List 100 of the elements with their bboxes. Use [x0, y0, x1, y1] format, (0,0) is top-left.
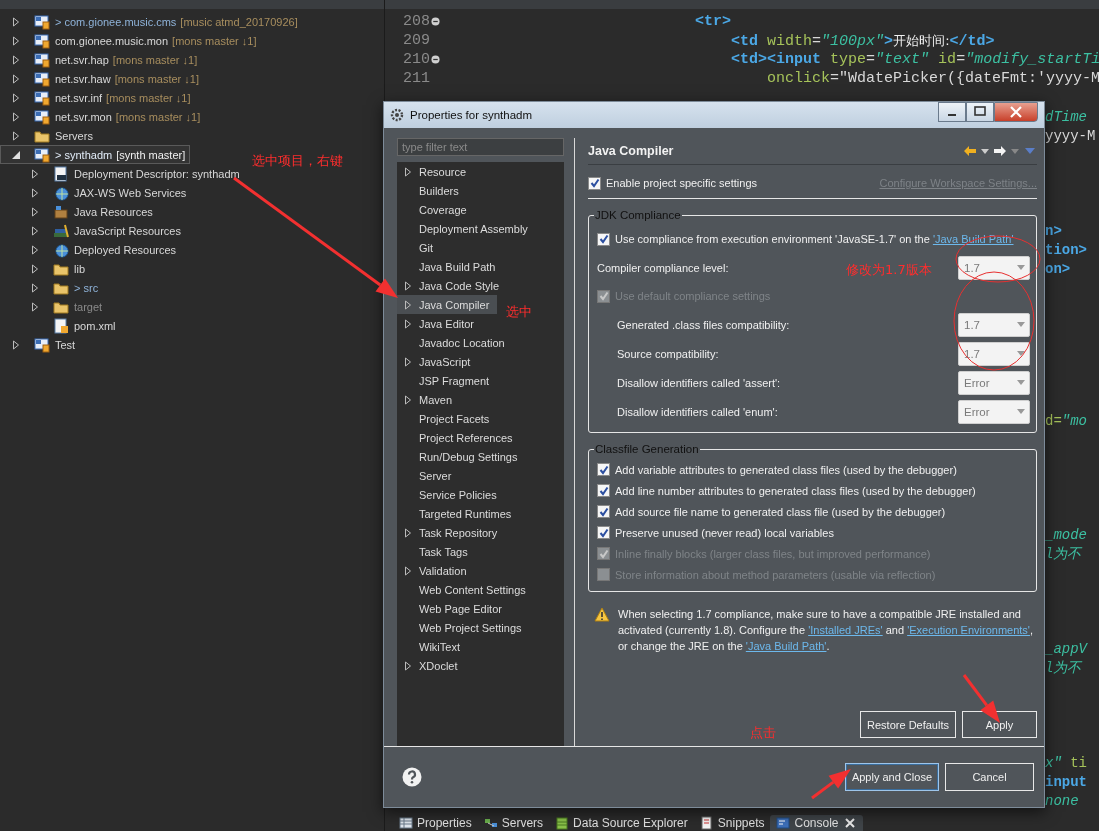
tree-item[interactable]: Test — [0, 335, 81, 354]
maximize-button[interactable] — [966, 102, 994, 122]
page-item[interactable]: Java Build Path — [397, 257, 504, 276]
checkbox[interactable] — [597, 463, 610, 476]
tree-item[interactable]: Java Resources — [19, 202, 158, 221]
expand-arrow-icon[interactable] — [30, 263, 40, 274]
page-item[interactable]: Web Project Settings — [397, 618, 530, 637]
page-item[interactable]: Server — [397, 466, 460, 485]
fold-icon[interactable] — [431, 55, 440, 64]
view-tab[interactable]: Data Source Explorer — [549, 815, 694, 831]
tree-item[interactable]: JAX-WS Web Services — [19, 183, 192, 202]
page-item[interactable]: Validation — [397, 561, 475, 580]
view-tab[interactable]: Console — [770, 815, 863, 831]
tree-item[interactable]: lib — [19, 259, 90, 278]
page-button[interactable]: Apply — [962, 711, 1037, 738]
filter-field[interactable]: type filter text — [397, 138, 564, 156]
page-item[interactable]: Service Policies — [397, 485, 505, 504]
caret-icon[interactable] — [981, 147, 989, 155]
expand-arrow-icon[interactable] — [403, 166, 413, 177]
tree-item[interactable]: target — [19, 297, 108, 316]
expand-arrow-icon[interactable] — [403, 280, 413, 291]
expand-arrow-icon[interactable] — [11, 130, 21, 141]
tree-item[interactable]: net.svr.haw [mons master ↓1] — [0, 69, 204, 88]
expand-arrow-icon[interactable] — [30, 282, 40, 293]
view-tab[interactable]: Snippets — [693, 815, 771, 831]
close-icon[interactable] — [842, 816, 857, 830]
expand-arrow-icon[interactable] — [30, 168, 40, 179]
tree-item[interactable]: > src — [19, 278, 104, 297]
expand-arrow-icon[interactable] — [403, 299, 413, 310]
expand-arrow-icon[interactable] — [11, 111, 21, 122]
expand-arrow-icon[interactable] — [30, 225, 40, 236]
view-tab[interactable]: Servers — [477, 815, 550, 831]
checkbox[interactable] — [597, 505, 610, 518]
settings-link[interactable]: 'Execution Environments' — [907, 624, 1030, 636]
page-button[interactable]: Restore Defaults — [860, 711, 956, 738]
tree-item[interactable]: Deployed Resources — [19, 240, 182, 259]
page-item[interactable]: Project References — [397, 428, 521, 447]
close-button[interactable] — [994, 102, 1038, 122]
page-item[interactable]: XDoclet — [397, 656, 466, 675]
page-item[interactable]: Coverage — [397, 200, 475, 219]
page-item[interactable]: Javadoc Location — [397, 333, 513, 352]
tree-item[interactable]: Servers — [0, 126, 98, 145]
expand-arrow-icon[interactable] — [11, 73, 21, 84]
page-item[interactable]: Java Code Style — [397, 276, 508, 295]
tree-item[interactable]: net.svr.mon [mons master ↓1] — [0, 107, 206, 126]
tree-item[interactable]: JavaScript Resources — [19, 221, 186, 240]
page-item[interactable]: Java Editor — [397, 314, 483, 333]
expand-arrow-icon[interactable] — [30, 301, 40, 312]
tree-item[interactable]: > com.gionee.music.cms [music atmd_20170926] — [0, 12, 303, 31]
help-icon[interactable] — [402, 767, 422, 787]
tree-item[interactable]: Deployment Descriptor: synthadm — [19, 164, 245, 183]
tree-item[interactable]: net.svr.hap [mons master ↓1] — [0, 50, 203, 69]
dialog-button[interactable]: Apply and Close — [844, 763, 939, 791]
page-item[interactable]: JSP Fragment — [397, 371, 498, 390]
checkbox[interactable] — [588, 176, 601, 190]
expand-arrow-icon[interactable] — [403, 394, 413, 405]
fold-icon[interactable] — [431, 17, 440, 26]
dialog-button[interactable]: Cancel — [945, 763, 1034, 791]
settings-link[interactable]: 'Java Build Path' — [745, 640, 827, 652]
expand-arrow-icon[interactable] — [11, 54, 21, 65]
tree-item[interactable]: pom.xml — [19, 316, 121, 335]
expand-arrow-icon[interactable] — [11, 35, 21, 46]
tree-item[interactable]: com.gionee.music.mon [mons master ↓1] — [0, 31, 262, 50]
expand-arrow-icon[interactable] — [11, 16, 21, 27]
checkbox[interactable] — [597, 232, 610, 246]
checkbox[interactable] — [597, 526, 610, 539]
page-item[interactable]: JavaScript — [397, 352, 479, 371]
expand-arrow-icon[interactable] — [30, 187, 40, 198]
checkbox[interactable] — [597, 484, 610, 497]
page-item[interactable]: Web Content Settings — [397, 580, 534, 599]
minimize-button[interactable] — [938, 102, 966, 122]
view-tab[interactable]: Properties — [393, 815, 478, 831]
back-arrow-icon[interactable] — [963, 144, 977, 158]
page-item[interactable]: Project Facets — [397, 409, 498, 428]
expand-arrow-icon[interactable] — [30, 206, 40, 217]
page-item[interactable]: Deployment Assembly — [397, 219, 536, 238]
expand-arrow-icon[interactable] — [403, 318, 413, 329]
expand-arrow-icon[interactable] — [30, 244, 40, 255]
page-item[interactable]: Builders — [397, 181, 467, 200]
expand-arrow-icon[interactable] — [403, 565, 413, 576]
dropdown[interactable]: 1.7 — [958, 255, 1030, 280]
forward-arrow-icon[interactable] — [993, 144, 1007, 158]
page-item[interactable]: Resource — [397, 162, 475, 181]
expand-arrow-icon[interactable] — [11, 339, 21, 350]
page-item[interactable]: Maven — [397, 390, 461, 409]
page-item[interactable]: Targeted Runtimes — [397, 504, 520, 523]
page-item[interactable]: Task Repository — [397, 523, 506, 542]
expand-arrow-icon[interactable] — [403, 527, 413, 538]
expand-arrow-icon[interactable] — [403, 356, 413, 367]
page-item[interactable]: Java Compiler — [397, 295, 498, 314]
page-item[interactable]: Web Page Editor — [397, 599, 510, 618]
page-item[interactable]: Run/Debug Settings — [397, 447, 526, 466]
settings-link[interactable]: 'Installed JREs' — [808, 624, 883, 636]
page-item[interactable]: Task Tags — [397, 542, 476, 561]
tree-item[interactable]: > synthadm [synth master] — [0, 145, 191, 164]
page-item[interactable]: WikiText — [397, 637, 468, 656]
collapse-arrow-icon[interactable] — [11, 149, 21, 160]
page-item[interactable]: Git — [397, 238, 442, 257]
expand-arrow-icon[interactable] — [11, 92, 21, 103]
tree-item[interactable]: net.svr.inf [mons master ↓1] — [0, 88, 196, 107]
